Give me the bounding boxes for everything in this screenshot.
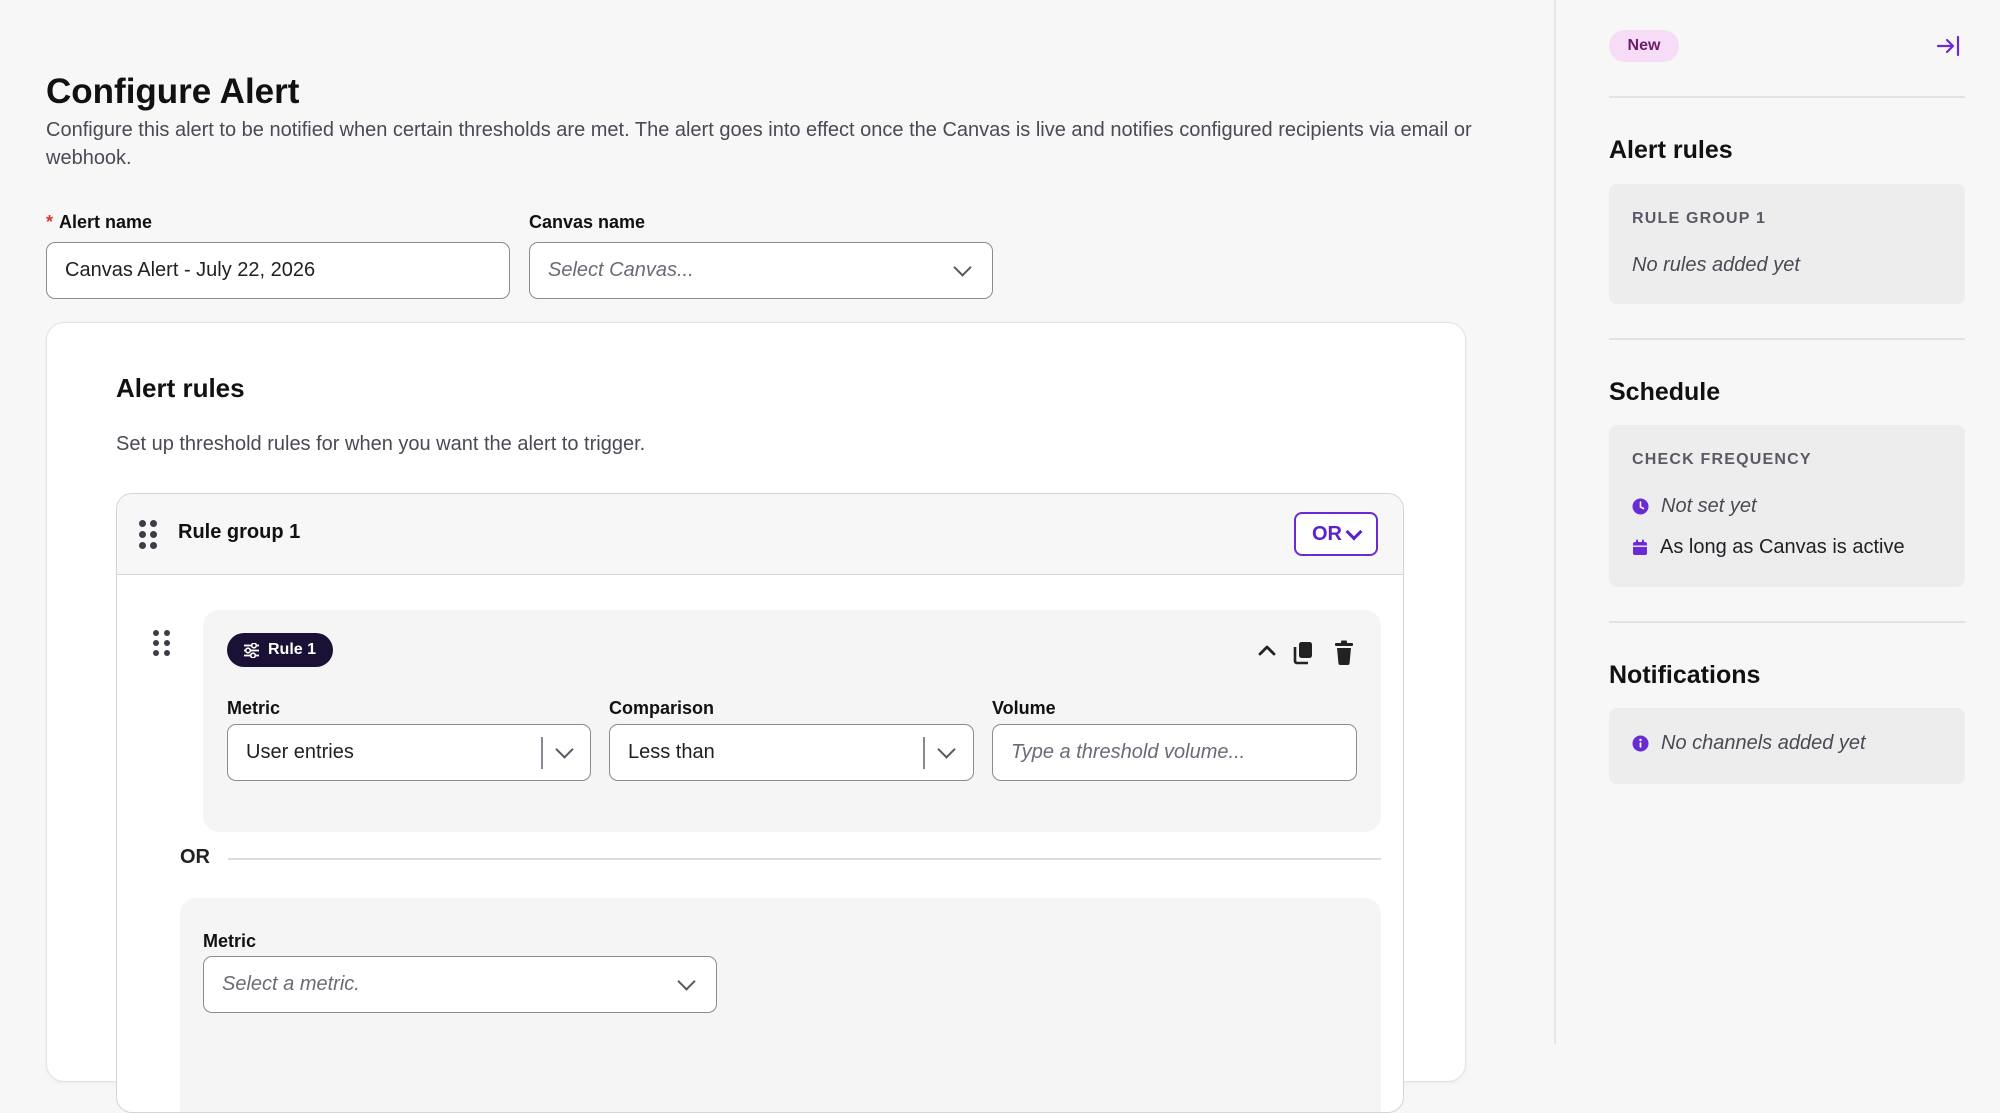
duration-row: As long as Canvas is active [1632, 536, 1905, 559]
rule-group-summary: RULE GROUP 1 No rules added yet [1609, 184, 1965, 304]
page-description: Configure this alert to be notified when… [46, 119, 1472, 169]
canvas-name-placeholder: Select Canvas... [548, 259, 694, 281]
metric-select[interactable]: User entries [227, 724, 591, 781]
canvas-name-label: Canvas name [529, 212, 646, 232]
new-metric-label: Metric [203, 931, 257, 951]
metric-label: Metric [227, 698, 281, 718]
rule-card: Rule 1 Metric User entries Comparison Le… [203, 610, 1381, 832]
notifications-summary: No channels added yet [1609, 708, 1965, 784]
alert-name-input[interactable]: Canvas Alert - July 22, 2026 [46, 242, 510, 299]
new-badge: New [1609, 30, 1679, 62]
alert-name-label: * Alert name [46, 212, 152, 233]
comparison-label: Comparison [609, 698, 715, 718]
alert-rules-description: Set up threshold rules for when you want… [116, 433, 646, 455]
canvas-name-select[interactable]: Select Canvas... [529, 242, 993, 299]
notifications-row: No channels added yet [1632, 732, 1866, 755]
rule-label-pill: Rule 1 [227, 633, 334, 667]
sidebar-divider [1609, 96, 1965, 98]
comparison-value: Less than [628, 741, 715, 763]
new-rule-card: Metric Select a metric. [180, 898, 1381, 1112]
rule-group-header: Rule group 1 OR [117, 494, 1403, 575]
rule-label: Rule 1 [268, 641, 317, 658]
group-operator-button[interactable]: OR [1294, 512, 1378, 556]
chevron-down-icon [677, 972, 696, 991]
collapse-panel-icon[interactable] [1936, 34, 1962, 58]
notifications-empty-text: No channels added yet [1661, 732, 1866, 754]
volume-placeholder: Type a threshold volume... [1011, 741, 1246, 763]
rule-separator-label: OR [180, 846, 210, 868]
info-icon [1632, 735, 1649, 752]
drag-handle-icon[interactable] [153, 630, 170, 656]
alert-rules-card: Alert rules Set up threshold rules for w… [46, 322, 1466, 1113]
sidebar-schedule-heading: Schedule [1609, 378, 1721, 406]
chevron-down-icon [1345, 523, 1363, 540]
volume-input[interactable]: Type a threshold volume... [992, 724, 1357, 781]
group-operator-label: OR [1312, 522, 1342, 545]
rule-group: Rule group 1 OR Rule 1 Metric User entri… [116, 493, 1404, 1113]
select-divider [923, 737, 925, 769]
rule-separator-line [228, 858, 1381, 860]
sliders-icon [244, 642, 259, 658]
sidebar-divider [1609, 621, 1965, 623]
chevron-up-icon[interactable] [1256, 640, 1278, 660]
rule-group-title: Rule group 1 [178, 521, 301, 543]
page-title: Configure Alert [46, 72, 300, 111]
rule-group-caption: RULE GROUP 1 [1632, 210, 1767, 227]
chevron-down-icon [555, 740, 574, 759]
copy-icon[interactable] [1291, 640, 1315, 666]
duration-value: As long as Canvas is active [1660, 536, 1905, 558]
chevron-down-icon [937, 740, 956, 759]
rule-group-empty-text: No rules added yet [1632, 254, 1800, 276]
calendar-icon [1633, 539, 1647, 555]
summary-sidebar: New Alert rules RULE GROUP 1 No rules ad… [1554, 0, 2000, 1044]
required-mark: * [46, 212, 54, 232]
sidebar-divider [1609, 338, 1965, 340]
new-metric-placeholder: Select a metric. [222, 973, 360, 995]
drag-handle-icon[interactable] [139, 520, 157, 549]
main-panel: Configure Alert Configure this alert to … [0, 0, 1554, 1113]
new-metric-select[interactable]: Select a metric. [203, 956, 717, 1013]
select-divider [541, 737, 543, 769]
frequency-value: Not set yet [1661, 495, 1757, 517]
volume-label: Volume [992, 698, 1056, 718]
alert-rules-title: Alert rules [116, 373, 245, 403]
chevron-down-icon [953, 258, 972, 277]
trash-icon[interactable] [1333, 640, 1355, 666]
check-frequency-caption: CHECK FREQUENCY [1632, 451, 1812, 468]
clock-icon [1632, 498, 1649, 515]
sidebar-notifications-heading: Notifications [1609, 661, 1761, 689]
sidebar-alert-rules-heading: Alert rules [1609, 136, 1733, 164]
comparison-select[interactable]: Less than [609, 724, 974, 781]
frequency-row: Not set yet [1632, 495, 1757, 518]
alert-name-label-text: Alert name [59, 212, 153, 232]
alert-name-value: Canvas Alert - July 22, 2026 [65, 259, 316, 281]
schedule-summary: CHECK FREQUENCY Not set yet As long as C… [1609, 425, 1965, 587]
metric-value: User entries [246, 741, 354, 763]
